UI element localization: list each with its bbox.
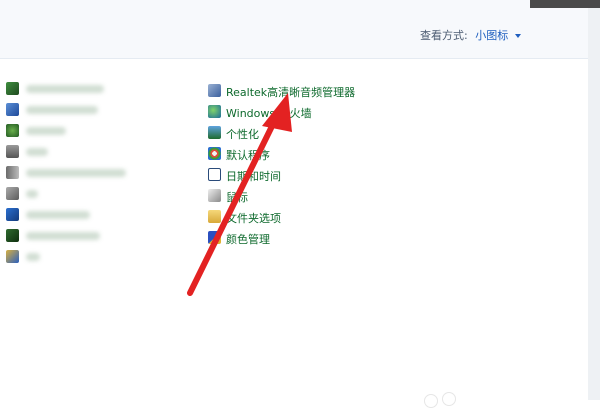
windows-update-icon [6, 103, 19, 116]
item-label: Windows 防火墙 [226, 107, 312, 120]
item-realtek-audio[interactable]: Realtek高清晰音频管理器 [208, 82, 398, 100]
blurred-item[interactable] [6, 80, 156, 98]
blurred-label [26, 127, 66, 135]
system-gear-icon [6, 187, 19, 200]
view-mode-dropdown[interactable]: 小图标 [475, 29, 521, 42]
personalization-icon [208, 126, 221, 139]
decorative-circle [442, 392, 456, 406]
blurred-item[interactable] [6, 122, 156, 140]
keyboard-icon [6, 145, 19, 158]
item-default-programs[interactable]: 默认程序 [208, 145, 398, 163]
item-windows-firewall[interactable]: Windows 防火墙 [208, 103, 398, 121]
network-grid-icon [6, 208, 19, 221]
item-label: Realtek高清晰音频管理器 [226, 86, 356, 99]
audio-manager-icon [208, 84, 221, 97]
blurred-item[interactable] [6, 164, 156, 182]
item-label: 默认程序 [226, 149, 270, 162]
default-programs-icon [208, 147, 221, 160]
view-mode-label: 查看方式: [420, 29, 468, 42]
item-label: 文件夹选项 [226, 212, 281, 225]
blurred-label [26, 253, 40, 261]
green-monitor-icon [6, 82, 19, 95]
item-label: 颜色管理 [226, 233, 270, 246]
blurred-label [26, 169, 126, 177]
firewall-icon [208, 105, 221, 118]
color-management-icon [208, 231, 221, 244]
blurred-item[interactable] [6, 101, 156, 119]
blurred-item[interactable] [6, 248, 156, 266]
item-mouse[interactable]: 鼠标 [208, 187, 398, 205]
chevron-down-icon [514, 34, 521, 38]
item-personalization[interactable]: 个性化 [208, 124, 398, 142]
blurred-label [26, 211, 90, 219]
decorative-circle [424, 394, 438, 408]
date-time-icon [208, 168, 221, 181]
blurred-item[interactable] [6, 185, 156, 203]
blurred-item[interactable] [6, 227, 156, 245]
item-label: 个性化 [226, 128, 259, 141]
blurred-label [26, 85, 104, 93]
display-icon [6, 229, 19, 242]
blurred-item[interactable] [6, 143, 156, 161]
folder-options-icon [208, 210, 221, 223]
scrollbar[interactable] [588, 8, 600, 400]
item-label: 鼠标 [226, 191, 248, 204]
blurred-label [26, 190, 38, 198]
item-label: 日期和时间 [226, 170, 281, 183]
speaker-icon [6, 166, 19, 179]
view-mode-control: 查看方式: 小图标 [420, 27, 521, 43]
blurred-label [26, 106, 98, 114]
item-date-time[interactable]: 日期和时间 [208, 166, 398, 184]
internet-globe-icon [6, 124, 19, 137]
mouse-icon [208, 189, 221, 202]
blurred-label [26, 148, 48, 156]
view-mode-value: 小图标 [475, 29, 509, 42]
toolbar: 查看方式: 小图标 [0, 0, 600, 59]
folder-shield-icon [6, 250, 19, 263]
blurred-item[interactable] [6, 206, 156, 224]
blurred-label [26, 232, 100, 240]
item-folder-options[interactable]: 文件夹选项 [208, 208, 398, 226]
window-edge [530, 0, 600, 8]
item-color-management[interactable]: 颜色管理 [208, 229, 398, 247]
